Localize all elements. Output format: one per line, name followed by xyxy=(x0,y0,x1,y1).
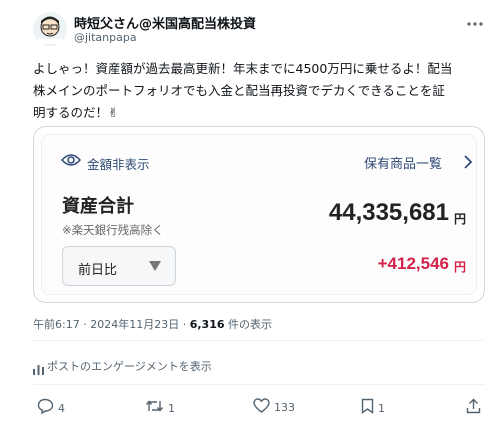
tweet-line: 明するのだ！✌ xyxy=(33,105,119,120)
share-icon xyxy=(466,398,481,418)
daily-change-value: +412,546 xyxy=(377,254,449,273)
bookmark-button[interactable]: 1 xyxy=(361,398,385,418)
view-engagement-link[interactable]: ポストのエンゲージメントを表示 xyxy=(47,358,212,374)
view-count: 6,316 xyxy=(189,318,225,331)
dropdown-arrow-icon xyxy=(149,261,161,271)
like-button[interactable]: 133 xyxy=(253,398,295,417)
tweet-line: よしゃっ！資産額が過去最高更新！年末までに4500万円に乗せるよ！配当 xyxy=(33,61,453,76)
tweet-time[interactable]: 午前6:17 xyxy=(33,318,80,331)
avatar[interactable] xyxy=(33,12,67,46)
like-icon xyxy=(253,398,270,417)
chevron-right-icon[interactable] xyxy=(463,154,473,174)
currency-unit: 円 xyxy=(453,260,466,274)
analytics-icon xyxy=(33,360,44,379)
like-count: 133 xyxy=(274,401,295,414)
tweet-line: 株メインのポートフォリオでも入金と配当再投資でデカくできることを証 xyxy=(33,83,445,98)
divider xyxy=(33,340,485,341)
compare-period-value: 前日比 xyxy=(78,263,118,278)
repost-count: 1 xyxy=(168,401,175,415)
meta-separator: · xyxy=(182,318,187,331)
bookmark-icon xyxy=(361,398,374,418)
image-card[interactable]: 金額非表示 保有商品一覧 資産合計 ※楽天銀行残高除く 44,335,681 円… xyxy=(33,126,485,303)
divider xyxy=(33,384,485,385)
eye-icon[interactable] xyxy=(60,152,82,171)
meta-separator: · xyxy=(83,318,87,331)
holdings-list-link[interactable]: 保有商品一覧 xyxy=(364,153,442,172)
reply-icon xyxy=(37,398,54,418)
reply-count: 4 xyxy=(58,401,65,415)
asset-summary-panel: 金額非表示 保有商品一覧 資産合計 ※楽天銀行残高除く 44,335,681 円… xyxy=(41,134,477,295)
share-button[interactable] xyxy=(466,398,481,418)
tweet-date[interactable]: 2024年11月23日 xyxy=(90,318,179,331)
user-handle[interactable]: @jitanpapa xyxy=(74,31,137,44)
currency-unit: 円 xyxy=(453,212,466,226)
compare-period-select[interactable]: 前日比 xyxy=(62,246,176,286)
reply-button[interactable]: 4 xyxy=(37,398,65,418)
tweet-meta: 午前6:17 · 2024年11月23日 · 6,316 件の表示 xyxy=(33,316,272,332)
hide-amount-toggle[interactable]: 金額非表示 xyxy=(87,154,150,173)
more-icon[interactable] xyxy=(466,12,484,31)
view-count-suffix: 件の表示 xyxy=(228,318,272,331)
tweet-text: よしゃっ！資産額が過去最高更新！年末までに4500万円に乗せるよ！配当 株メイン… xyxy=(33,58,493,124)
bookmark-count: 1 xyxy=(378,401,385,415)
repost-icon xyxy=(145,398,164,418)
display-name[interactable]: 時短父さん@米国高配当株投資 xyxy=(74,13,256,32)
total-assets-value: 44,335,681 xyxy=(328,199,449,226)
total-assets-note: ※楽天銀行残高除く xyxy=(62,223,164,237)
total-assets-label: 資産合計 xyxy=(62,196,134,217)
repost-button[interactable]: 1 xyxy=(145,398,175,418)
